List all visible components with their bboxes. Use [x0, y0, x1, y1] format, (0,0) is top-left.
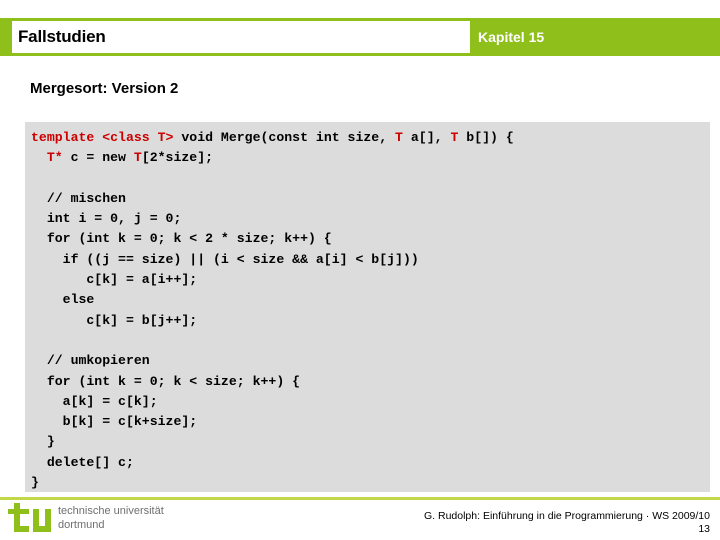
code-line: delete[] c;	[31, 453, 710, 473]
code-text: if ((j == size) || (i < size && a[i] < b…	[31, 251, 419, 267]
code-text: delete[] c;	[31, 454, 134, 470]
code-line: }	[31, 473, 710, 493]
code-line: c[k] = b[j++];	[31, 311, 710, 331]
code-text: b[k] = c[k+size];	[31, 414, 198, 430]
slide-header: Fallstudien Kapitel 15	[0, 18, 720, 56]
code-line: for (int k = 0; k < size; k++) {	[31, 372, 710, 392]
footer-credit: G. Rudolph: Einführung in die Programmie…	[424, 510, 710, 522]
tu-logo-text: technische universität dortmund	[58, 503, 164, 532]
page-number: 13	[698, 523, 710, 535]
code-block: template <class T> void Merge(const int …	[25, 122, 710, 492]
code-lines-container: template <class T> void Merge(const int …	[31, 128, 710, 493]
code-text: }	[31, 475, 39, 491]
code-keyword: template <class T>	[31, 130, 174, 145]
code-text: a[k] = c[k];	[31, 393, 158, 409]
tu-logo-icon	[8, 503, 51, 532]
code-keyword: T	[133, 150, 142, 166]
code-text: [2*size];	[141, 150, 214, 166]
code-line: else	[31, 290, 710, 310]
code-line: T* c = new T[2*size];	[31, 148, 710, 168]
code-text: a[],	[402, 130, 451, 145]
code-text: c[k] = a[i++];	[31, 272, 198, 288]
code-text: }	[31, 434, 55, 450]
page-title: Fallstudien	[18, 27, 106, 46]
code-line: b[k] = c[k+size];	[31, 412, 710, 432]
code-text: for (int k = 0; k < 2 * size; k++) {	[31, 231, 332, 247]
chapter-label: Kapitel 15	[478, 29, 545, 45]
code-text: b[]) {	[458, 130, 514, 145]
slide-subtitle: Mergesort: Version 2	[30, 80, 179, 97]
code-text: int i = 0, j = 0;	[31, 211, 182, 227]
code-line: a[k] = c[k];	[31, 392, 710, 412]
code-text: // umkopieren	[31, 353, 150, 369]
code-line: // mischen	[31, 189, 710, 209]
code-line: // umkopieren	[31, 351, 710, 371]
code-text: for (int k = 0; k < size; k++) {	[31, 373, 301, 389]
tu-logo-line1: technische universität	[58, 505, 164, 517]
code-line: if ((j == size) || (i < size && a[i] < b…	[31, 250, 710, 270]
code-text: void Merge(const int size,	[173, 130, 396, 145]
code-line: for (int k = 0; k < 2 * size; k++) {	[31, 229, 710, 249]
code-text: c = new	[62, 150, 134, 166]
tu-logo-line2: dortmund	[58, 518, 105, 531]
code-line: int i = 0, j = 0;	[31, 209, 710, 229]
code-keyword: T	[395, 130, 403, 145]
code-line: c[k] = a[i++];	[31, 270, 710, 290]
code-text: c[k] = b[j++];	[31, 312, 198, 328]
code-keyword: T*	[46, 150, 63, 166]
code-text: // mischen	[31, 190, 126, 206]
tu-dortmund-logo: technische universität dortmund	[8, 503, 164, 532]
code-text: else	[31, 292, 95, 308]
code-line: template <class T> void Merge(const int …	[31, 128, 710, 148]
footer-divider	[0, 497, 720, 500]
code-line: }	[31, 432, 710, 452]
